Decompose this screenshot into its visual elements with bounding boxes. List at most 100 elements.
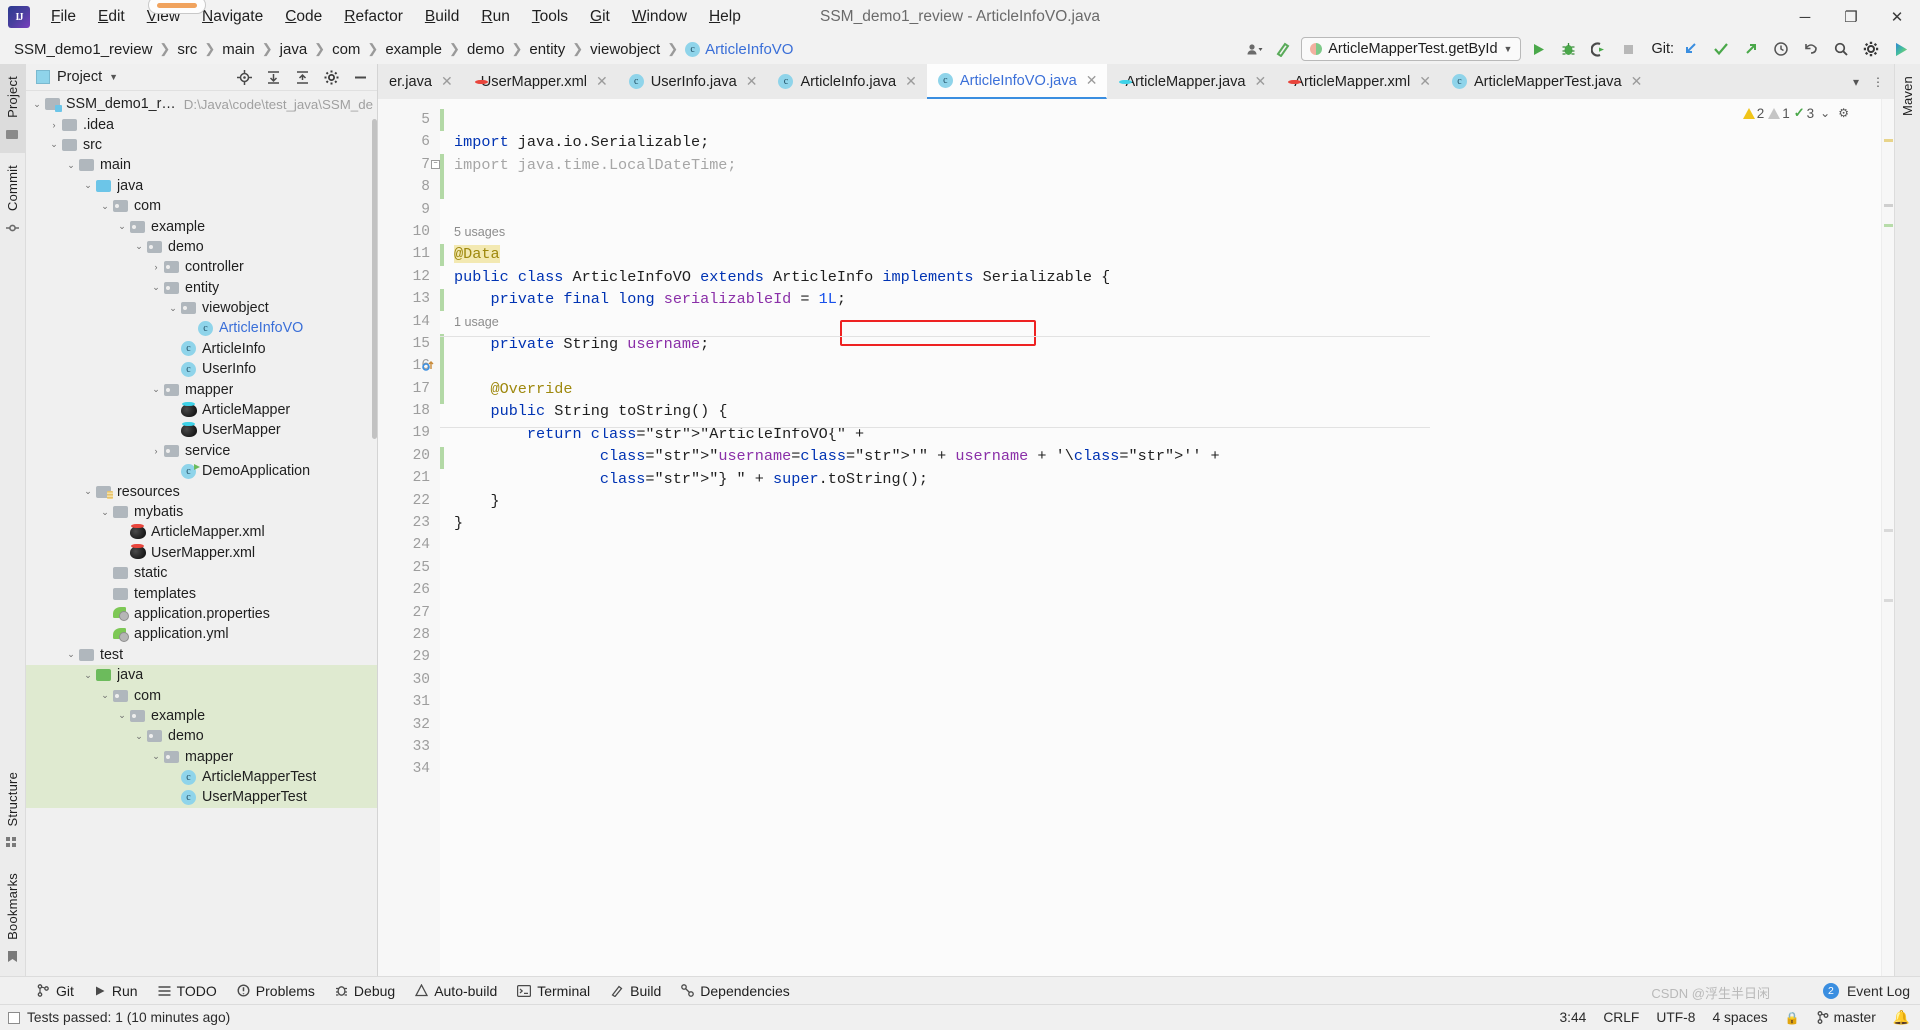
close-tab-icon[interactable]: ✕	[1631, 73, 1643, 90]
tree-node[interactable]: ⌄ src	[26, 135, 377, 155]
update-indicator-pill[interactable]	[148, 0, 206, 14]
chevron-down-icon[interactable]: ⌄	[98, 507, 112, 518]
chevron-right-icon[interactable]: ›	[149, 446, 163, 456]
editor-marker-bar[interactable]	[1881, 99, 1894, 976]
close-tab-icon[interactable]: ✕	[441, 73, 453, 90]
line-number[interactable]: 33	[378, 736, 440, 758]
tool-window-button-build[interactable]: Build	[601, 980, 670, 1002]
editor-tab[interactable]: er.java ✕	[378, 64, 463, 99]
breadcrumb-item-java[interactable]: java	[276, 39, 312, 60]
user-icon[interactable]	[1241, 37, 1267, 61]
tool-window-button-git[interactable]: Git	[28, 980, 83, 1002]
chevron-down-icon[interactable]: ⌄	[30, 99, 44, 110]
caret-position[interactable]: 3:44	[1559, 1010, 1586, 1025]
tool-window-button-dependencies[interactable]: Dependencies	[672, 980, 799, 1002]
run-configuration-selector[interactable]: ArticleMapperTest.getById ▼	[1301, 37, 1522, 61]
coverage-icon[interactable]	[1585, 37, 1611, 61]
tree-node[interactable]: ⌄ test	[26, 645, 377, 665]
maximize-button[interactable]: ❐	[1828, 0, 1874, 34]
line-number[interactable]: 14	[378, 311, 440, 333]
editor-tab[interactable]: UserMapper.xml ✕	[462, 64, 618, 99]
inspection-chevron-icon[interactable]: ⌄	[1818, 106, 1832, 120]
line-number[interactable]: 34	[378, 758, 440, 780]
tree-node[interactable]: ⌄ java	[26, 664, 377, 686]
ai-assistant-icon[interactable]	[1888, 37, 1914, 61]
git-history-icon[interactable]	[1768, 37, 1794, 61]
chevron-down-icon[interactable]: ⌄	[98, 690, 112, 701]
menu-item-code[interactable]: Code	[274, 4, 333, 30]
menu-item-help[interactable]: Help	[698, 4, 752, 30]
collapse-all-icon[interactable]	[291, 66, 313, 88]
code-content[interactable]: import java.io.Serializable; import java…	[440, 99, 1881, 976]
line-number[interactable]: 10	[378, 221, 440, 243]
editor-tab[interactable]: c ArticleInfo.java ✕	[767, 64, 927, 99]
editor-tab[interactable]: ArticleMapper.xml ✕	[1276, 64, 1441, 99]
chevron-down-icon[interactable]: ⌄	[64, 160, 78, 171]
override-marker-icon[interactable]	[422, 360, 434, 372]
tree-node[interactable]: ⌄ com	[26, 196, 377, 216]
line-number[interactable]: 9	[378, 199, 440, 221]
editor-tab[interactable]: c ArticleMapperTest.java ✕	[1440, 64, 1653, 99]
line-number[interactable]: 24	[378, 534, 440, 556]
line-number[interactable]: 17	[378, 378, 440, 400]
tool-window-button-problems[interactable]: Problems	[228, 980, 324, 1002]
tree-node[interactable]: ⌄ mapper	[26, 746, 377, 767]
tree-node[interactable]: ⌄ SSM_demo1_review D:\Java\code\test_java\…	[26, 94, 377, 114]
git-rollback-icon[interactable]	[1798, 37, 1824, 61]
line-number[interactable]: 15	[378, 333, 440, 355]
close-tab-icon[interactable]: ✕	[1255, 73, 1267, 90]
tabs-more-icon[interactable]: ⋮	[1868, 71, 1888, 93]
line-separator[interactable]: CRLF	[1603, 1010, 1639, 1025]
line-number[interactable]: 26	[378, 579, 440, 601]
tree-node[interactable]: ⌄ mapper	[26, 379, 377, 399]
line-number[interactable]: 19	[378, 422, 440, 444]
inspection-widget[interactable]: 2 1 ✓ 3 ⌄ ⚙	[1742, 105, 1851, 121]
chevron-down-icon[interactable]: ⌄	[47, 139, 61, 150]
menu-item-run[interactable]: Run	[470, 4, 520, 30]
tree-node[interactable]: ⌄ com	[26, 685, 377, 706]
rail-item-commit[interactable]: Commit	[0, 153, 26, 247]
tree-node[interactable]: UserMapper.xml	[26, 543, 377, 563]
menu-item-refactor[interactable]: Refactor	[333, 4, 414, 30]
project-scrollbar[interactable]	[372, 119, 377, 439]
close-tab-icon[interactable]: ✕	[1419, 73, 1431, 90]
menu-item-git[interactable]: Git	[579, 4, 621, 30]
tree-node[interactable]: ⌄ resources	[26, 481, 377, 501]
chevron-down-icon[interactable]: ⌄	[64, 649, 78, 660]
line-number[interactable]: 28	[378, 624, 440, 646]
tree-node[interactable]: › .idea	[26, 114, 377, 134]
editor-tab[interactable]: c UserInfo.java ✕	[617, 64, 768, 99]
tree-node[interactable]: c DemoApplication	[26, 461, 377, 481]
tree-node[interactable]: ⌄ example	[26, 705, 377, 727]
line-number[interactable]: 22	[378, 490, 440, 512]
chevron-down-icon[interactable]: ⌄	[149, 751, 163, 762]
breadcrumb-item-entity[interactable]: entity	[525, 39, 569, 60]
rail-item-maven[interactable]: Maven	[1895, 64, 1920, 128]
chevron-down-icon[interactable]: ⌄	[149, 384, 163, 395]
event-log-label[interactable]: Event Log	[1847, 983, 1910, 999]
line-number[interactable]: 8	[378, 176, 440, 198]
breadcrumb-item-viewobject[interactable]: viewobject	[586, 39, 664, 60]
chevron-down-icon[interactable]: ⌄	[81, 670, 95, 681]
line-number[interactable]: 30	[378, 669, 440, 691]
tree-node[interactable]: ⌄ java	[26, 176, 377, 196]
chevron-down-icon[interactable]: ⌄	[132, 731, 146, 742]
rail-item-structure[interactable]: Structure	[0, 760, 26, 862]
run-icon[interactable]	[1525, 37, 1551, 61]
lock-icon[interactable]: 🔒	[1785, 1011, 1800, 1025]
line-number[interactable]: 13	[378, 288, 440, 310]
tool-window-button-todo[interactable]: TODO	[149, 980, 226, 1002]
menu-item-tools[interactable]: Tools	[521, 4, 579, 30]
chevron-down-icon[interactable]: ⌄	[115, 221, 129, 232]
tool-window-button-run[interactable]: Run	[85, 980, 147, 1002]
breadcrumb-item-com[interactable]: com	[328, 39, 364, 60]
menu-item-edit[interactable]: Edit	[87, 4, 136, 30]
close-tab-icon[interactable]: ✕	[746, 73, 758, 90]
breadcrumb-item-ssm-demo1-review[interactable]: SSM_demo1_review	[10, 39, 156, 60]
chevron-right-icon[interactable]: ›	[149, 262, 163, 272]
panel-settings-icon[interactable]	[320, 66, 342, 88]
warning-count[interactable]: 2	[1742, 106, 1764, 121]
hide-panel-icon[interactable]	[349, 66, 371, 88]
tabs-list-icon[interactable]: ▾	[1846, 71, 1866, 93]
tree-node[interactable]: templates	[26, 583, 377, 603]
